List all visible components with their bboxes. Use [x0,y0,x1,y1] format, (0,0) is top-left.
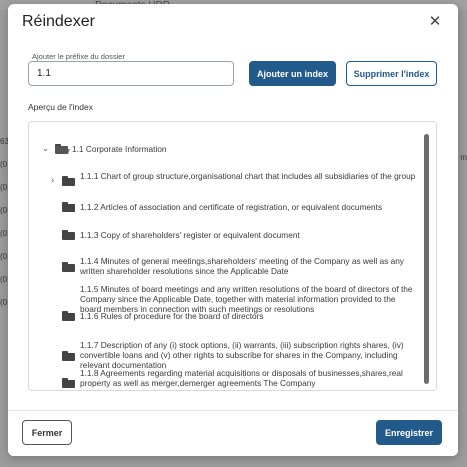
tree-node-label: 1.1.3 Copy of shareholders' register or … [80,230,300,240]
tree-node-label: 1.1.8 Agreements regarding material acqu… [80,368,403,388]
folder-icon [62,202,75,212]
tree-node-1-1-3[interactable]: 1.1.3 Copy of shareholders' register or … [62,230,417,240]
index-preview-label: Aperçu de l'index [28,102,93,112]
folder-open-icon [55,143,70,154]
tree-node-root[interactable]: ⌄ 1.1 Corporate Information [41,143,167,154]
reindex-dialog: Réindexer ✕ Ajouter le préfixe du dossie… [8,4,458,456]
tree-node-1-1-8[interactable]: 1.1.8 Agreements regarding material acqu… [62,368,417,388]
folder-icon [62,351,75,361]
save-button[interactable]: Enregistrer [376,420,442,445]
tree-node-label: 1.1.4 Minutes of general meetings,shareh… [80,256,404,276]
chevron-right-icon[interactable]: › [48,175,57,186]
tree-node-1-1-4[interactable]: 1.1.4 Minutes of general meetings,shareh… [62,256,417,276]
folder-icon [62,176,75,186]
tree-node-label: 1.1.7 Description of any (i) stock optio… [80,340,404,370]
dialog-footer: Fermer Enregistrer [8,410,458,456]
tree-node-1-1-7[interactable]: 1.1.7 Description of any (i) stock optio… [62,340,417,370]
tree-node-label: 1.1.5 Minutes of board meetings and any … [80,284,413,314]
folder-icon [62,311,75,321]
tree-node-label: 1.1.2 Articles of association and certif… [80,202,383,212]
close-button[interactable]: Fermer [22,420,72,445]
tree-scrollbar[interactable] [424,134,429,384]
tree-node-1-1-6[interactable]: 1.1.6 Rules of procedure for the board o… [62,311,417,321]
remove-index-button[interactable]: Supprimer l'index [346,61,437,86]
prefix-field-label: Ajouter le préfixe du dossier [32,52,125,61]
tree-node-1-1-1[interactable]: › 1.1.1 Chart of group structure,organis… [51,171,417,186]
folder-icon [62,262,75,272]
tree-node-label: 1.1.6 Rules of procedure for the board o… [80,311,264,321]
tree-node-1-1-2[interactable]: 1.1.2 Articles of association and certif… [62,202,417,212]
close-icon[interactable]: ✕ [426,13,444,31]
dialog-title: Réindexer [22,13,95,30]
folder-icon [62,230,75,240]
index-preview-tree: ⌄ 1.1 Corporate Information › 1.1.1 Char… [28,121,437,391]
tree-node-1-1-5[interactable]: 1.1.5 Minutes of board meetings and any … [62,284,417,314]
folder-icon [62,378,75,388]
dialog-header: Réindexer ✕ [8,4,458,40]
tree-node-label: 1.1.1 Chart of group structure,organisat… [80,171,416,181]
chevron-down-icon[interactable]: ⌄ [41,143,50,154]
add-index-button[interactable]: Ajouter un index [249,61,336,86]
prefix-input[interactable] [28,61,234,86]
tree-node-label: 1.1 Corporate Information [72,143,167,154]
